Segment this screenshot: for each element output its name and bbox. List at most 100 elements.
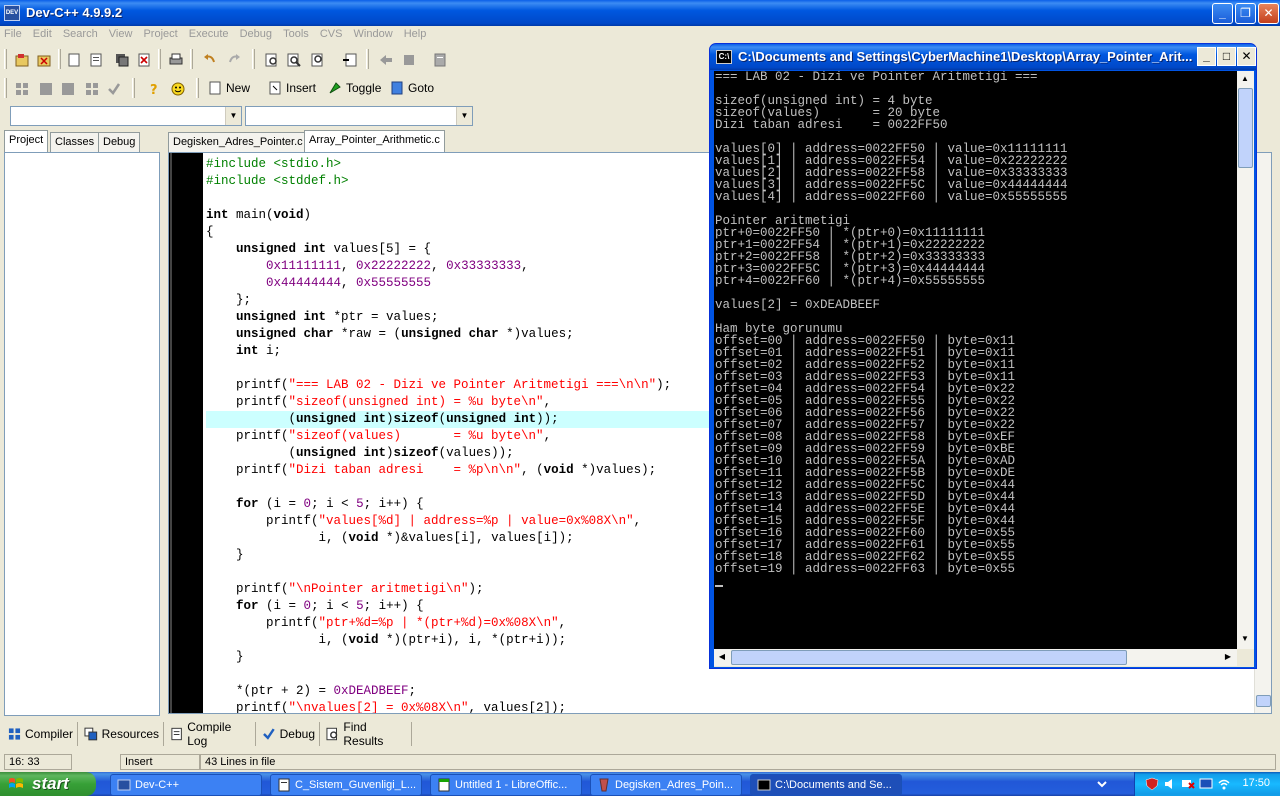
task-word-document[interactable]: C_Sistem_Guvenligi_L... — [270, 774, 422, 796]
devcpp-icon — [117, 779, 131, 791]
menu-view[interactable]: View — [105, 26, 137, 42]
menu-edit[interactable]: Edit — [29, 26, 56, 42]
compile-icon[interactable] — [12, 79, 30, 97]
task-libreoffice[interactable]: Untitled 1 - LibreOffic... — [430, 774, 582, 796]
find-icon[interactable] — [262, 50, 280, 68]
scrollbar-thumb[interactable] — [1238, 88, 1253, 168]
left-panel-tabs: Project Classes Debug — [4, 130, 160, 152]
class-browser-icon[interactable] — [430, 50, 448, 68]
scrollbar-thumb[interactable] — [1256, 695, 1271, 707]
menu-help[interactable]: Help — [400, 26, 431, 42]
scroll-down-icon[interactable]: ▼ — [1237, 631, 1253, 647]
undo-icon[interactable] — [200, 50, 218, 68]
goto-line-icon[interactable] — [340, 50, 358, 68]
run-icon[interactable] — [36, 79, 54, 97]
devcpp-app-icon[interactable]: DEV — [4, 5, 20, 21]
save-all-icon[interactable] — [112, 50, 130, 68]
tab-project[interactable]: Project — [4, 130, 49, 152]
monitor-icon[interactable] — [1199, 777, 1213, 791]
open-project-icon[interactable] — [12, 50, 30, 68]
scroll-right-icon[interactable]: ▶ — [1220, 649, 1236, 665]
menu-tools[interactable]: Tools — [279, 26, 313, 42]
forward-icon[interactable] — [400, 50, 418, 68]
bookmark-toggle-icon — [329, 82, 341, 94]
scroll-left-icon[interactable]: ◀ — [714, 649, 730, 665]
code-token: "sizeof(values) = %u byte\n" — [288, 429, 544, 443]
scroll-up-icon[interactable]: ▲ — [1237, 71, 1253, 87]
shield-icon[interactable] — [1145, 777, 1159, 791]
menu-file[interactable]: File — [0, 26, 26, 42]
network-error-icon[interactable] — [1181, 777, 1195, 791]
code-token: ( — [206, 412, 297, 426]
console-vertical-scrollbar[interactable]: ▲ ▼ — [1237, 71, 1254, 649]
chevron-icon[interactable] — [1095, 777, 1109, 791]
console-close-button[interactable]: ✕ — [1237, 47, 1256, 66]
tab-resources[interactable]: Resources — [80, 722, 164, 746]
rebuild-icon[interactable] — [82, 79, 100, 97]
redo-icon[interactable] — [224, 50, 242, 68]
console-output[interactable]: === LAB 02 - Dizi ve Pointer Aritmetigi … — [714, 71, 1237, 649]
volume-icon[interactable] — [1163, 777, 1177, 791]
tab-degisken-adres-pointer[interactable]: Degisken_Adres_Pointer.c — [168, 132, 308, 152]
task-devcpp[interactable]: Dev-C++ — [110, 774, 262, 796]
compile-run-icon[interactable] — [58, 79, 76, 97]
menu-cvs[interactable]: CVS — [316, 26, 347, 42]
new-file-icon[interactable] — [64, 50, 82, 68]
task-degisken-adres[interactable]: Degisken_Adres_Poin... — [590, 774, 742, 796]
class-combo[interactable]: ▼ — [10, 106, 242, 126]
menu-search[interactable]: Search — [59, 26, 102, 42]
new-doc-icon — [209, 81, 221, 95]
insert-button[interactable]: Insert — [268, 78, 316, 98]
console-app-icon[interactable]: C:\ — [716, 50, 732, 64]
console-horizontal-scrollbar[interactable]: ◀ ▶ — [714, 649, 1237, 666]
code-token: *(ptr + 2) = — [206, 684, 334, 698]
code-line[interactable]: *(ptr + 2) = 0xDEADBEEF; — [206, 683, 1271, 700]
close-button[interactable]: ✕ — [1258, 3, 1279, 24]
project-tree-panel[interactable] — [4, 152, 160, 716]
toolbar-grip[interactable] — [4, 49, 7, 69]
tab-find-results[interactable]: Find Results — [322, 720, 412, 748]
console-maximize-button[interactable]: □ — [1217, 47, 1236, 66]
maximize-button[interactable]: ❐ — [1235, 3, 1256, 24]
check-syntax-icon[interactable] — [104, 79, 122, 97]
menu-project[interactable]: Project — [139, 26, 181, 42]
scrollbar-thumb[interactable] — [731, 650, 1127, 665]
resources-icon — [84, 727, 98, 741]
about-icon[interactable] — [168, 79, 186, 97]
tab-classes[interactable]: Classes — [50, 132, 100, 152]
code-line[interactable]: printf("\nvalues[2] = 0x%08X\n", values[… — [206, 700, 1271, 713]
menu-debug[interactable]: Debug — [236, 26, 276, 42]
tab-array-pointer-arithmetic[interactable]: Array_Pointer_Arithmetic.c — [304, 130, 445, 152]
editor-gutter[interactable] — [169, 153, 203, 713]
chevron-down-icon[interactable]: ▼ — [456, 107, 472, 125]
help-icon[interactable]: ? — [144, 79, 162, 97]
toggle-bookmark-button[interactable]: Toggle — [328, 78, 381, 98]
open-file-icon[interactable] — [86, 50, 104, 68]
taskbar-clock[interactable]: 17:50 — [1242, 777, 1270, 789]
goto-bookmark-icon — [391, 81, 403, 95]
start-button[interactable]: start — [0, 772, 96, 796]
print-icon[interactable] — [166, 50, 184, 68]
toolbar-grip[interactable] — [4, 78, 7, 98]
goto-bookmark-button[interactable]: Goto — [390, 78, 434, 98]
new-button[interactable]: New — [208, 78, 250, 98]
replace-icon[interactable] — [284, 50, 302, 68]
menu-window[interactable]: Window — [350, 26, 397, 42]
tab-compiler[interactable]: Compiler — [4, 722, 78, 746]
wifi-icon[interactable] — [1217, 777, 1231, 791]
close-project-icon[interactable] — [34, 50, 52, 68]
close-file-icon[interactable] — [134, 50, 152, 68]
back-icon[interactable] — [376, 50, 394, 68]
chevron-down-icon[interactable]: ▼ — [225, 107, 241, 125]
tab-debug-output[interactable]: Debug — [258, 722, 320, 746]
find-next-icon[interactable] — [308, 50, 326, 68]
console-title-bar[interactable]: C:\ C:\Documents and Settings\CyberMachi… — [710, 44, 1256, 70]
title-bar[interactable]: DEV Dev-C++ 4.9.9.2 _ ❐ ✕ — [0, 0, 1280, 26]
tab-compile-log[interactable]: Compile Log — [166, 720, 256, 748]
task-console[interactable]: C:\Documents and Se... — [750, 774, 902, 796]
menu-execute[interactable]: Execute — [185, 26, 233, 42]
console-minimize-button[interactable]: _ — [1197, 47, 1216, 66]
tab-debug[interactable]: Debug — [98, 132, 141, 152]
member-combo[interactable]: ▼ — [245, 106, 473, 126]
minimize-button[interactable]: _ — [1212, 3, 1233, 24]
